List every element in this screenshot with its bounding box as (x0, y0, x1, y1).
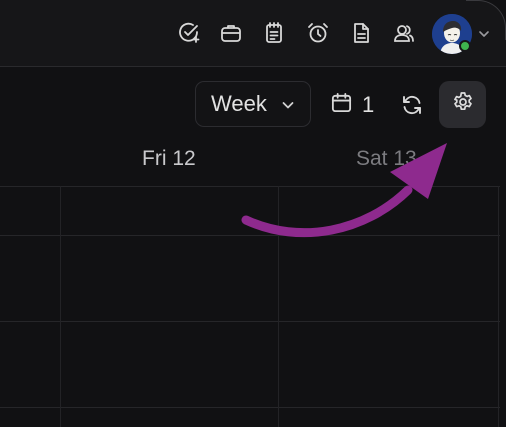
top-bar (0, 0, 506, 67)
calendar-count-button[interactable]: 1 (330, 86, 380, 124)
grid-divider (0, 321, 500, 322)
users-icon[interactable] (391, 20, 417, 46)
grid-divider (0, 235, 500, 236)
online-status-dot (459, 40, 471, 52)
chevron-down-icon (280, 97, 296, 113)
day-header-sat: Sat 13 (356, 147, 417, 170)
grid-divider (0, 186, 500, 187)
chevron-down-icon[interactable] (476, 26, 492, 42)
day-header-fri: Fri 12 (142, 147, 196, 170)
notepad-icon[interactable] (261, 20, 287, 46)
view-select-label: Week (211, 91, 267, 116)
grid-divider (0, 407, 500, 408)
calendar-icon (330, 91, 353, 119)
grid-column-divider (498, 186, 499, 427)
briefcase-icon[interactable] (218, 20, 244, 46)
calendar-count: 1 (362, 92, 375, 117)
document-icon[interactable] (348, 20, 374, 46)
view-select[interactable]: Week (195, 81, 311, 127)
tasks-icon[interactable] (176, 20, 202, 46)
alarm-icon[interactable] (305, 20, 331, 46)
settings-button[interactable] (439, 81, 486, 128)
refresh-icon[interactable] (399, 92, 425, 118)
gear-icon (451, 90, 475, 119)
grid-column-divider (278, 186, 279, 427)
grid-column-divider (60, 186, 61, 427)
